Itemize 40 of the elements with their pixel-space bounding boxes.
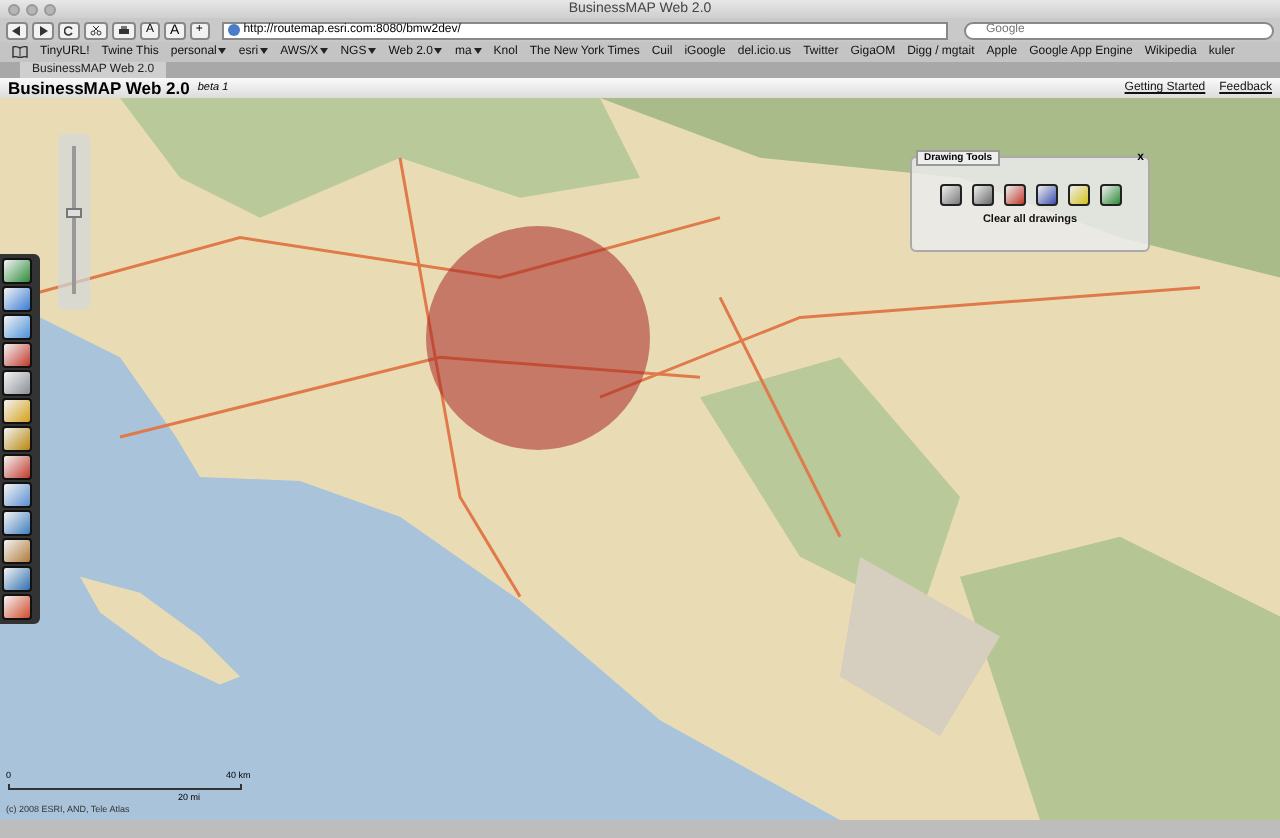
reload-button[interactable] — [58, 21, 80, 39]
caret-icon — [320, 47, 329, 54]
app-title: BusinessMAP Web 2.0 — [8, 78, 190, 98]
caret-icon — [218, 47, 227, 54]
map-tool-button[interactable] — [2, 286, 32, 312]
caret-icon — [368, 47, 377, 54]
forward-button[interactable] — [32, 21, 54, 39]
forward-arrow-icon — [38, 25, 48, 35]
map-tool-button[interactable] — [2, 594, 32, 620]
scissors-icon — [90, 25, 102, 35]
map-tool-button[interactable] — [2, 566, 32, 592]
back-arrow-icon — [12, 25, 22, 35]
reload-icon — [64, 25, 74, 35]
zoom-slider[interactable] — [58, 134, 90, 310]
drawing-tool-button[interactable] — [1003, 184, 1025, 206]
print-button[interactable] — [112, 21, 136, 39]
slider-thumb[interactable] — [66, 207, 82, 218]
map-tool-button[interactable] — [2, 258, 32, 284]
printer-icon — [118, 25, 130, 35]
drawing-tool-button[interactable] — [1067, 184, 1089, 206]
map-tool-button[interactable] — [2, 342, 32, 368]
drawing-tool-button[interactable] — [1099, 184, 1121, 206]
globe-icon — [227, 24, 240, 36]
map-tool-button[interactable] — [2, 538, 32, 564]
map-tool-button[interactable] — [2, 454, 32, 480]
drawing-tool-button[interactable] — [971, 184, 993, 206]
back-button[interactable] — [6, 21, 28, 39]
map-tool-button[interactable] — [2, 426, 32, 452]
book-icon[interactable] — [12, 46, 28, 58]
map-tool-button[interactable] — [2, 510, 32, 536]
scissors-button[interactable] — [84, 21, 108, 39]
drawing-tool-button[interactable] — [939, 184, 961, 206]
drawing-tool-button[interactable] — [1035, 184, 1057, 206]
caret-icon — [434, 47, 443, 54]
map-tool-button[interactable] — [2, 482, 32, 508]
map-tool-button[interactable] — [2, 398, 32, 424]
caret-icon — [473, 47, 482, 54]
map-tool-button[interactable] — [2, 370, 32, 396]
caret-icon — [260, 47, 269, 54]
map-tool-button[interactable] — [2, 314, 32, 340]
